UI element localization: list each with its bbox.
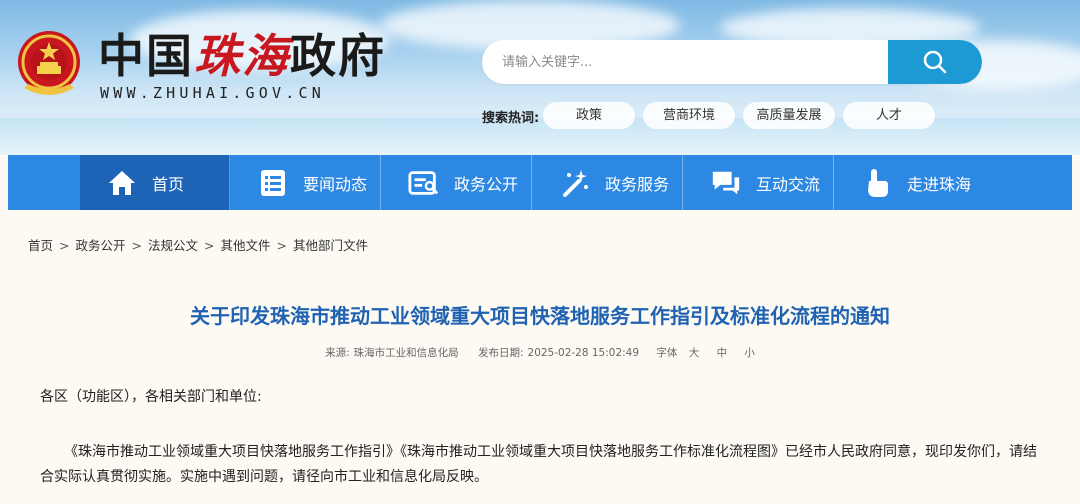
font-size-large[interactable]: 大 — [689, 347, 700, 359]
main-navigation: 首页 要闻动态 政务公开 政务服务 互动交流 走进珠海 — [8, 155, 1072, 210]
home-icon — [106, 167, 138, 199]
search-bar — [482, 40, 982, 84]
nav-item-interaction[interactable]: 互动交流 — [684, 155, 834, 210]
article-meta: 来源: 珠海市工业和信息化局 发布日期: 2025-02-28 15:02:49 字… — [0, 345, 1080, 360]
chat-bubble-icon — [710, 167, 742, 199]
breadcrumb-separator: > — [276, 238, 287, 253]
hot-words-label: 搜索热词: — [482, 111, 540, 126]
hot-tag[interactable]: 营商环境 — [643, 102, 735, 129]
news-list-icon — [257, 167, 289, 199]
font-size-small[interactable]: 小 — [744, 347, 755, 359]
nav-item-news[interactable]: 要闻动态 — [231, 155, 381, 210]
magic-wand-icon — [559, 167, 591, 199]
nav-label: 走进珠海 — [907, 174, 972, 194]
national-emblem-icon — [18, 31, 80, 95]
breadcrumb-item[interactable]: 法规公文 — [148, 238, 198, 253]
meta-date-label: 发布日期: — [477, 347, 524, 359]
breadcrumb-separator: > — [204, 238, 215, 253]
breadcrumb-item[interactable]: 政务公开 — [76, 238, 126, 253]
meta-font-label: 字体 — [656, 347, 678, 359]
breadcrumb: 首页 > 政务公开 > 法规公文 > 其他文件 > 其他部门文件 — [28, 235, 368, 254]
search-icon — [923, 50, 947, 74]
nav-item-about-zhuhai[interactable]: 走进珠海 — [835, 155, 985, 210]
nav-item-gov-services[interactable]: 政务服务 — [533, 155, 683, 210]
nav-label: 首页 — [152, 174, 185, 194]
site-title[interactable]: 中国珠海政府 — [98, 30, 386, 82]
search-button[interactable] — [888, 40, 982, 84]
article-title: 关于印发珠海市推动工业领域重大项目快落地服务工作指引及标准化流程的通知 — [190, 304, 890, 328]
font-size-medium[interactable]: 中 — [717, 347, 728, 359]
hot-tag[interactable]: 人才 — [843, 102, 935, 129]
nav-label: 政务服务 — [605, 174, 670, 194]
site-url: WWW.ZHUHAI.GOV.CN — [100, 84, 325, 102]
breadcrumb-item[interactable]: 其他部门文件 — [293, 238, 368, 253]
meta-source: 珠海市工业和信息化局 — [353, 347, 459, 359]
hand-pointer-icon — [861, 167, 893, 199]
site-title-prefix: 中国 — [98, 29, 194, 83]
search-input[interactable] — [482, 40, 886, 84]
breadcrumb-item[interactable]: 首页 — [28, 238, 53, 253]
hot-tag[interactable]: 政策 — [543, 102, 635, 129]
nav-label: 政务公开 — [454, 174, 519, 194]
nav-label: 互动交流 — [756, 174, 821, 194]
meta-date: 2025-02-28 15:02:49 — [527, 347, 640, 359]
meta-source-label: 来源: — [325, 347, 350, 359]
nav-item-gov-affairs[interactable]: 政务公开 — [382, 155, 532, 210]
document-search-icon — [408, 167, 440, 199]
nav-label: 要闻动态 — [303, 174, 368, 194]
article-body: 《珠海市推动工业领域重大项目快落地服务工作指引》《珠海市推动工业领域重大项目快落… — [40, 444, 1037, 485]
site-title-suffix: 政府 — [290, 29, 386, 83]
breadcrumb-separator: > — [131, 238, 142, 253]
nav-item-home[interactable]: 首页 — [80, 155, 230, 210]
hot-tag[interactable]: 高质量发展 — [743, 102, 835, 129]
breadcrumb-separator: > — [59, 238, 70, 253]
article-salutation: 各区（功能区），各相关部门和单位: — [40, 389, 262, 405]
site-title-city: 珠海 — [194, 29, 290, 83]
breadcrumb-item[interactable]: 其他文件 — [221, 238, 271, 253]
header-banner: 中国珠海政府 WWW.ZHUHAI.GOV.CN 搜索热词: 政策 营商环境 高… — [0, 0, 1080, 155]
